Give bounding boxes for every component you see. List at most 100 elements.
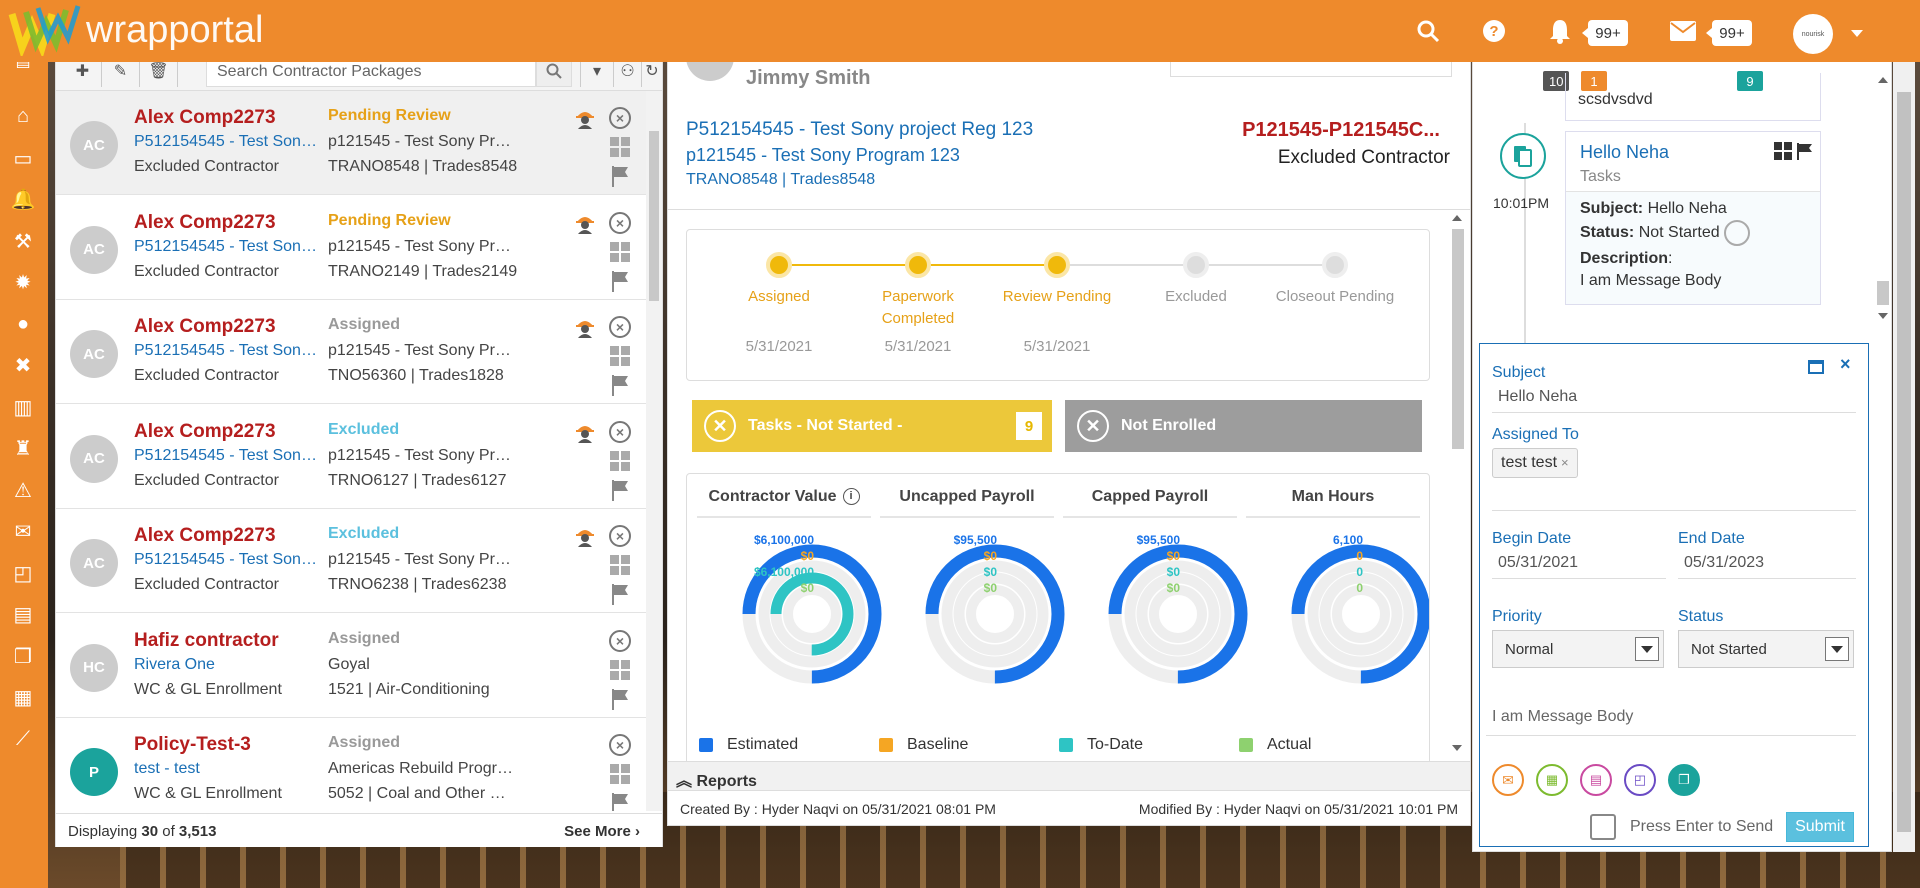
begin-date-input[interactable]: 05/31/2021 xyxy=(1492,550,1666,579)
assignee-tag[interactable]: test test × xyxy=(1492,448,1578,478)
scroll-down-icon[interactable] xyxy=(1878,313,1888,319)
search-icon[interactable] xyxy=(1413,16,1443,46)
grid-icon[interactable] xyxy=(610,241,630,262)
maximize-icon[interactable] xyxy=(1808,360,1824,374)
flag-icon[interactable] xyxy=(610,165,630,187)
user-menu-caret-icon[interactable] xyxy=(1851,30,1863,37)
grid-icon[interactable] xyxy=(610,659,630,680)
grid-icon[interactable] xyxy=(610,137,630,157)
mail-icon[interactable] xyxy=(1668,16,1698,46)
chevron-down-icon[interactable] xyxy=(1635,637,1659,661)
flag-icon[interactable] xyxy=(1796,142,1814,160)
mail-icon[interactable]: ✉ xyxy=(10,519,36,545)
note-icon[interactable]: ◰ xyxy=(10,560,36,586)
remove-tag-icon[interactable]: × xyxy=(1561,455,1569,470)
activity-scrollbar[interactable] xyxy=(1875,73,1891,323)
list-item[interactable]: P Policy-Test-3 test - test WC & GL Enrollm… xyxy=(56,718,646,811)
chevron-down-icon[interactable] xyxy=(1825,637,1849,661)
calendar-icon[interactable]: ▦ xyxy=(10,685,36,711)
message-body-input[interactable]: I am Message Body xyxy=(1486,704,1856,736)
detail-scroll-thumb[interactable] xyxy=(1452,229,1464,449)
close-circle-icon[interactable]: × xyxy=(609,420,631,443)
flag-icon[interactable] xyxy=(610,270,630,292)
priority-select[interactable]: Normal xyxy=(1492,630,1664,668)
detail-program-link[interactable]: p121545 - Test Sony Program 123 xyxy=(686,145,960,166)
reports-section-toggle[interactable]: ︽ Reports xyxy=(668,761,1470,791)
status-select[interactable]: Not Started xyxy=(1678,630,1854,668)
scroll-down-icon[interactable] xyxy=(1452,745,1462,751)
list-item[interactable]: AC Alex Comp2273 P512154545 - Test Sony pr… xyxy=(56,509,646,613)
copy-icon[interactable]: ❐ xyxy=(10,643,36,669)
project-link[interactable]: P512154545 - Test Sony project Reg 123 xyxy=(134,342,318,360)
help-icon[interactable]: ? xyxy=(1479,16,1509,46)
grid-icon[interactable] xyxy=(610,764,630,784)
tools-icon[interactable]: ✖ xyxy=(10,353,36,379)
flag-icon[interactable] xyxy=(610,688,630,710)
list-scroll-thumb[interactable] xyxy=(649,131,659,301)
contractor-name[interactable]: Alex Comp2273 xyxy=(134,212,276,234)
project-link[interactable]: P512154545 - Test Sony project Reg 123 xyxy=(134,551,318,569)
task-card[interactable]: Hello Neha Tasks Subject: Hello Neha Sta… xyxy=(1565,131,1821,305)
list-item[interactable]: AC Alex Comp2273 P512154545 - Test Sony pr… xyxy=(56,195,646,300)
contractor-name[interactable]: Alex Comp2273 xyxy=(134,107,276,129)
flag-icon[interactable] xyxy=(610,479,630,501)
contractor-name[interactable]: Policy-Test-3 xyxy=(134,734,251,756)
project-link[interactable]: P512154545 - Test Sony project Reg 123 xyxy=(134,238,318,256)
grid-icon[interactable] xyxy=(610,450,630,471)
see-more-link[interactable]: See More › xyxy=(564,823,640,840)
project-link[interactable]: P512154545 - Test Sony project Reg 123 xyxy=(134,447,318,465)
end-date-input[interactable]: 05/31/2023 xyxy=(1678,550,1856,579)
grid-icon[interactable] xyxy=(1774,142,1792,160)
status-circle-icon[interactable] xyxy=(1724,220,1751,246)
press-enter-checkbox[interactable] xyxy=(1590,814,1616,840)
close-circle-icon[interactable]: × xyxy=(609,316,631,338)
building-icon[interactable]: ▥ xyxy=(10,394,36,420)
list-item[interactable]: HC Hafiz contractor Rivera One WC & GL Enro… xyxy=(56,613,646,718)
detail-scrollbar[interactable] xyxy=(1448,215,1466,755)
detail-project-link[interactable]: P512154545 - Test Sony project Reg 123 xyxy=(686,119,1033,141)
task-action-icon[interactable]: ❐ xyxy=(1668,764,1700,796)
close-icon[interactable]: × xyxy=(1840,354,1851,375)
list-item[interactable]: AC Alex Comp2273 P512154545 - Test Sony pr… xyxy=(56,404,646,509)
hammer-icon[interactable]: ⚒ xyxy=(10,228,36,254)
close-circle-icon[interactable]: × xyxy=(609,107,631,129)
warning-icon[interactable]: ⚠ xyxy=(10,477,36,503)
contractor-name[interactable]: Alex Comp2273 xyxy=(134,316,276,338)
document-icon[interactable]: ▤ xyxy=(10,602,36,628)
contractor-name[interactable]: Hafiz contractor xyxy=(134,630,279,652)
chart-icon[interactable]: ⟋ xyxy=(10,726,36,752)
page-scroll-thumb[interactable] xyxy=(1897,92,1911,832)
project-link[interactable]: P512154545 - Test Sony project Reg 123 xyxy=(134,133,318,151)
close-circle-icon[interactable]: × xyxy=(609,629,631,652)
list-item[interactable]: AC Alex Comp2273 P512154545 - Test Sony pr… xyxy=(56,300,646,404)
project-link[interactable]: Rivera One xyxy=(134,656,318,674)
desktop-icon[interactable]: ▭ xyxy=(10,145,36,171)
project-link[interactable]: test - test xyxy=(134,760,318,778)
page-scrollbar[interactable] xyxy=(1893,52,1915,852)
info-icon[interactable]: i xyxy=(842,488,860,506)
contractor-name[interactable]: Alex Comp2273 xyxy=(134,421,276,443)
contractor-name[interactable]: Alex Comp2273 xyxy=(134,525,276,547)
user-avatar[interactable]: nourisk xyxy=(1793,14,1833,54)
flag-icon[interactable] xyxy=(610,583,630,605)
scroll-up-icon[interactable] xyxy=(1452,215,1462,221)
tasks-status-button[interactable]: ✕ Tasks - Not Started - 9 xyxy=(692,400,1052,452)
calendar-action-icon[interactable]: ▦ xyxy=(1536,764,1568,796)
logo[interactable]: wrapportal xyxy=(8,4,263,56)
scroll-up-icon[interactable] xyxy=(1878,77,1888,83)
email-action-icon[interactable]: ✉ xyxy=(1492,764,1524,796)
notification-bell-icon[interactable] xyxy=(1545,16,1575,46)
grid-icon[interactable] xyxy=(610,346,630,366)
note-action-icon[interactable]: ◰ xyxy=(1624,764,1656,796)
close-circle-icon[interactable]: × xyxy=(609,525,631,547)
enrollment-status-button[interactable]: ✕ Not Enrolled xyxy=(1065,400,1422,452)
submit-button[interactable]: Submit xyxy=(1786,812,1854,842)
flag-icon[interactable] xyxy=(610,374,630,396)
grid-icon[interactable] xyxy=(610,555,630,575)
close-circle-icon[interactable]: × xyxy=(609,734,631,756)
activity-scroll-thumb[interactable] xyxy=(1877,281,1889,305)
list-scrollbar[interactable] xyxy=(646,91,662,811)
worker-icon[interactable]: ♜ xyxy=(10,436,36,462)
gear-icon[interactable]: ✹ xyxy=(10,270,36,296)
bell-icon[interactable]: 🔔 xyxy=(10,187,36,213)
